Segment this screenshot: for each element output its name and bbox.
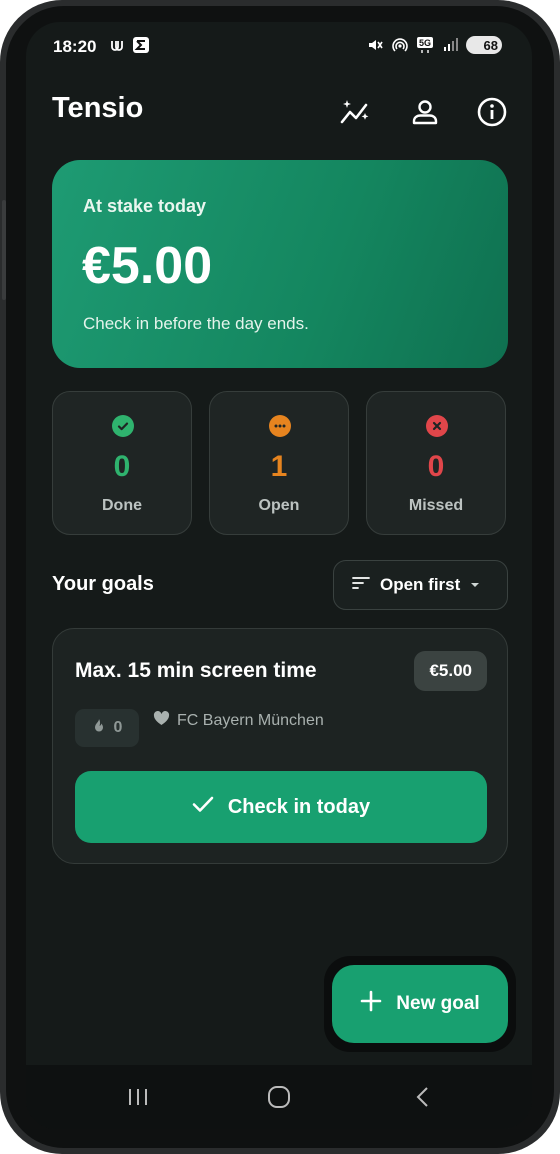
- stat-count: 0: [113, 450, 131, 483]
- status-time: 18:20: [53, 37, 97, 56]
- status-icons-left: [108, 36, 150, 54]
- info-icon[interactable]: [472, 92, 512, 132]
- charity-name: FC Bayern München: [177, 712, 324, 729]
- check-in-label: Check in today: [227, 795, 371, 818]
- streak-count: 0: [113, 719, 123, 736]
- stat-count: 0: [427, 450, 445, 483]
- stat-count: 1: [270, 450, 288, 483]
- app-title: Tensio: [52, 92, 144, 124]
- back-icon[interactable]: [402, 1077, 442, 1117]
- phone-frame: 18:20 5G 68 Tensio At stake today €5.00 …: [0, 0, 560, 1154]
- streak-badge: 0: [75, 709, 139, 747]
- new-goal-label: New goal: [396, 993, 480, 1014]
- mute-icon: [366, 36, 384, 54]
- stat-card-open: 1 Open: [209, 391, 349, 535]
- flame-icon: [92, 718, 106, 739]
- sigma-notification-icon: [132, 36, 150, 54]
- system-navigation-bar: [26, 1065, 532, 1129]
- stat-card-done: 0 Done: [52, 391, 192, 535]
- heart-icon: [153, 711, 170, 731]
- app-screen: 18:20 5G 68 Tensio At stake today €5.00 …: [26, 22, 532, 1129]
- hotspot-icon: [391, 36, 409, 54]
- insights-icon[interactable]: [336, 92, 376, 132]
- stake-label: At stake today: [83, 196, 207, 216]
- stat-label: Done: [102, 497, 142, 514]
- sort-button[interactable]: Open first: [333, 560, 508, 610]
- charity-label: FC Bayern München: [153, 711, 324, 731]
- goal-card[interactable]: Max. 15 min screen time €5.00 0 FC Bayer…: [52, 628, 508, 864]
- stat-label: Open: [258, 497, 300, 514]
- new-goal-button[interactable]: New goal: [332, 965, 508, 1043]
- svg-text:5G: 5G: [419, 38, 431, 48]
- profile-icon[interactable]: [405, 92, 445, 132]
- stake-amount: €5.00: [82, 237, 213, 295]
- check-in-button[interactable]: Check in today: [75, 771, 487, 843]
- stake-card: At stake today €5.00 Check in before the…: [52, 160, 508, 368]
- stake-subtitle: Check in before the day ends.: [83, 314, 309, 333]
- x-circle-icon: [426, 415, 448, 437]
- sort-label: Open first: [380, 575, 461, 594]
- network-5g-icon: 5G: [416, 36, 434, 54]
- check-circle-icon: [112, 415, 134, 437]
- status-icons-right: 5G 68: [366, 36, 502, 54]
- home-icon[interactable]: [259, 1077, 299, 1117]
- status-bar: 18:20 5G 68: [26, 22, 532, 72]
- battery-indicator: 68: [466, 36, 502, 54]
- goals-section-title: Your goals: [52, 573, 154, 595]
- recent-apps-icon[interactable]: [118, 1077, 158, 1117]
- caret-down-icon: [470, 576, 480, 594]
- link-notification-icon: [108, 36, 126, 54]
- goal-stake-badge: €5.00: [414, 651, 487, 691]
- stat-label: Missed: [408, 497, 464, 514]
- plus-icon: [360, 990, 382, 1018]
- stat-card-missed: 0 Missed: [366, 391, 506, 535]
- goal-title: Max. 15 min screen time: [75, 659, 317, 682]
- checkmark-icon: [192, 795, 214, 819]
- more-circle-icon: [269, 415, 291, 437]
- signal-icon: [441, 36, 459, 54]
- sort-icon: [352, 576, 370, 595]
